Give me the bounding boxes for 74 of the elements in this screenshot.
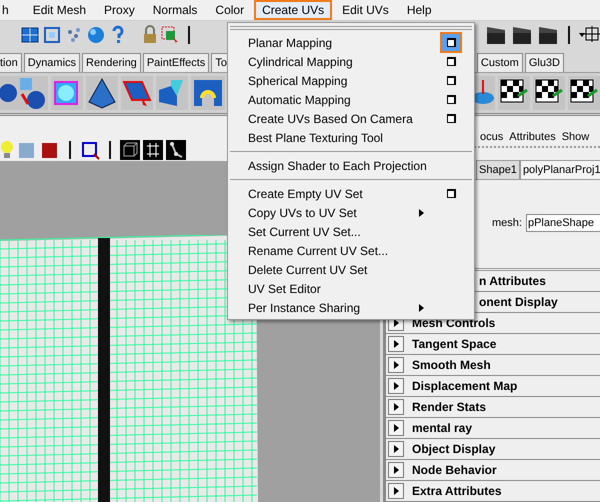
expand-button[interactable] [388, 420, 404, 436]
arch-icon[interactable] [191, 76, 225, 110]
panel-menu-item[interactable]: Show [562, 131, 590, 143]
expand-button[interactable] [388, 483, 404, 499]
section-header[interactable]: Object Display [386, 439, 600, 460]
triangle-icon [394, 424, 398, 432]
menu-entry[interactable]: Planar Mapping [228, 33, 474, 52]
section-header[interactable]: Node Behavior [386, 460, 600, 481]
menu-entry[interactable]: Create UVs Based On Camera [228, 109, 474, 128]
pyramid-icon[interactable] [86, 76, 118, 110]
triangle-icon [394, 361, 398, 369]
menu-entry[interactable]: Delete Current UV Set [228, 260, 474, 279]
menu-entry[interactable]: Create Empty UV Set [228, 184, 474, 203]
menu-item[interactable]: Edit Mesh [24, 0, 94, 20]
attribute-tab[interactable]: Shape1 [476, 160, 520, 179]
section-header[interactable]: mental ray [386, 418, 600, 439]
section-header[interactable]: Extra Attributes [386, 481, 600, 502]
triangle-icon [394, 319, 398, 327]
shelf-tab[interactable]: PaintEffects [142, 53, 210, 72]
menu-entry[interactable]: Cylindrical Mapping [228, 52, 474, 71]
menu-item[interactable]: h [0, 0, 17, 20]
wireframe-cube-icon[interactable] [120, 140, 140, 160]
shelf-tab[interactable]: Rendering [82, 53, 141, 72]
menu-item[interactable]: Color [207, 0, 252, 20]
section-header[interactable]: Tangent Space [386, 334, 600, 355]
selection-icon[interactable] [80, 140, 100, 160]
shelf-tab[interactable]: tion [0, 53, 22, 72]
triangle-icon [394, 340, 398, 348]
wireframe-grid-icon[interactable] [143, 140, 163, 160]
spheres-icon[interactable] [0, 76, 48, 110]
attribute-tab[interactable]: polyPlanarProj1 [520, 160, 600, 179]
menu-entry[interactable]: Automatic Mapping [228, 90, 474, 109]
menu-entry[interactable]: Copy UVs to UV Set [228, 203, 474, 222]
shelf-tab[interactable]: Dynamics [24, 53, 80, 72]
expand-button[interactable] [388, 357, 404, 373]
menu-item[interactable]: Proxy [96, 0, 143, 20]
menu-item[interactable]: Normals [144, 0, 206, 20]
panel-menu-item[interactable]: ocus [480, 131, 504, 143]
menu-entry[interactable]: Best Plane Texturing Tool [228, 128, 474, 147]
menu-entry[interactable]: Rename Current UV Set... [228, 241, 474, 260]
menu-item[interactable]: Help [398, 0, 440, 20]
expand-button[interactable] [388, 399, 404, 415]
menu-item[interactable]: Create UVs [254, 0, 332, 20]
mesh-label: mesh: [492, 217, 522, 229]
joint-chain-icon[interactable] [166, 140, 186, 160]
triangle-icon [394, 487, 398, 495]
shelf-tab[interactable]: Custom [476, 53, 523, 72]
mesh-field[interactable]: pPlaneShape [526, 214, 600, 232]
expand-button[interactable] [388, 336, 404, 352]
menu-entry[interactable]: UV Set Editor [228, 279, 474, 298]
triangle-icon [394, 382, 398, 390]
expand-button[interactable] [388, 378, 404, 394]
section-header[interactable]: Render Stats [386, 397, 600, 418]
checker-icon[interactable] [498, 76, 530, 110]
triangle-icon [394, 445, 398, 453]
panel-menu-item[interactable]: Attributes [509, 131, 556, 143]
menu-item[interactable]: Edit UVs [334, 0, 397, 20]
lock-icon[interactable] [142, 24, 158, 46]
menu-entry[interactable]: Spherical Mapping [228, 71, 474, 90]
triangle-icon [394, 466, 398, 474]
option-box-icon[interactable] [442, 34, 460, 51]
triangle-icon [394, 403, 398, 411]
menu-entry[interactable]: Set Current UV Set... [228, 222, 474, 241]
checker-icon[interactable] [533, 76, 565, 110]
shelf-tab[interactable]: Glu3D [524, 53, 564, 72]
wedge-icon[interactable] [156, 76, 188, 110]
lightbulb-icon[interactable] [0, 140, 14, 160]
section-header[interactable]: Smooth Mesh [386, 355, 600, 376]
expand-button[interactable] [388, 441, 404, 457]
expand-button[interactable] [388, 462, 404, 478]
checker-icon[interactable] [568, 76, 600, 110]
plane-icon[interactable] [121, 76, 153, 110]
section-header[interactable]: Displacement Map [386, 376, 600, 397]
menu-entry[interactable]: Assign Shader to Each Projection [228, 156, 474, 175]
